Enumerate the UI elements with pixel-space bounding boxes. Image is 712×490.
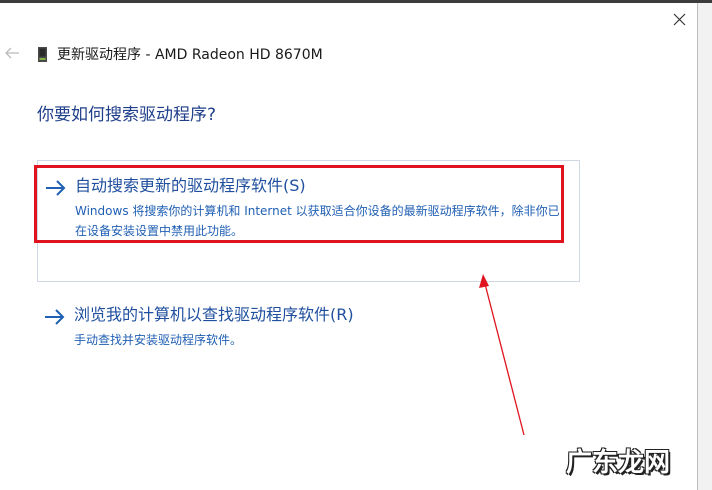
page-question: 你要如何搜索驱动程序? (37, 105, 217, 125)
window-title: 更新驱动程序 - AMD Radeon HD 8670M (57, 47, 323, 63)
browse-computer-title: 浏览我的计算机以查找驱动程序软件(R) (74, 305, 354, 324)
auto-search-description: Windows 将搜索你的计算机和 Internet 以获取适合你设备的最新驱动… (75, 204, 560, 238)
auto-search-title: 自动搜索更新的驱动程序软件(S) (75, 176, 306, 195)
auto-search-option[interactable]: 自动搜索更新的驱动程序软件(S) Windows 将搜索你的计算机和 Inter… (37, 160, 580, 282)
browse-computer-description: 手动查找并安装驱动程序软件。 (74, 333, 243, 347)
arrow-right-icon (45, 309, 65, 325)
window-top-border (0, 0, 712, 3)
background-strip (698, 3, 712, 490)
back-button[interactable] (2, 42, 22, 64)
close-icon (673, 13, 685, 25)
close-button[interactable] (664, 6, 694, 32)
watermark-logo: 广东龙网 (565, 447, 670, 478)
graphics-card-icon (38, 46, 47, 62)
window-title-bar: 更新驱动程序 - AMD Radeon HD 8670M (37, 42, 323, 66)
back-arrow-icon (5, 47, 19, 59)
arrow-right-icon (46, 180, 66, 196)
browse-computer-option[interactable]: 浏览我的计算机以查找驱动程序软件(R) 手动查找并安装驱动程序软件。 (37, 296, 580, 360)
